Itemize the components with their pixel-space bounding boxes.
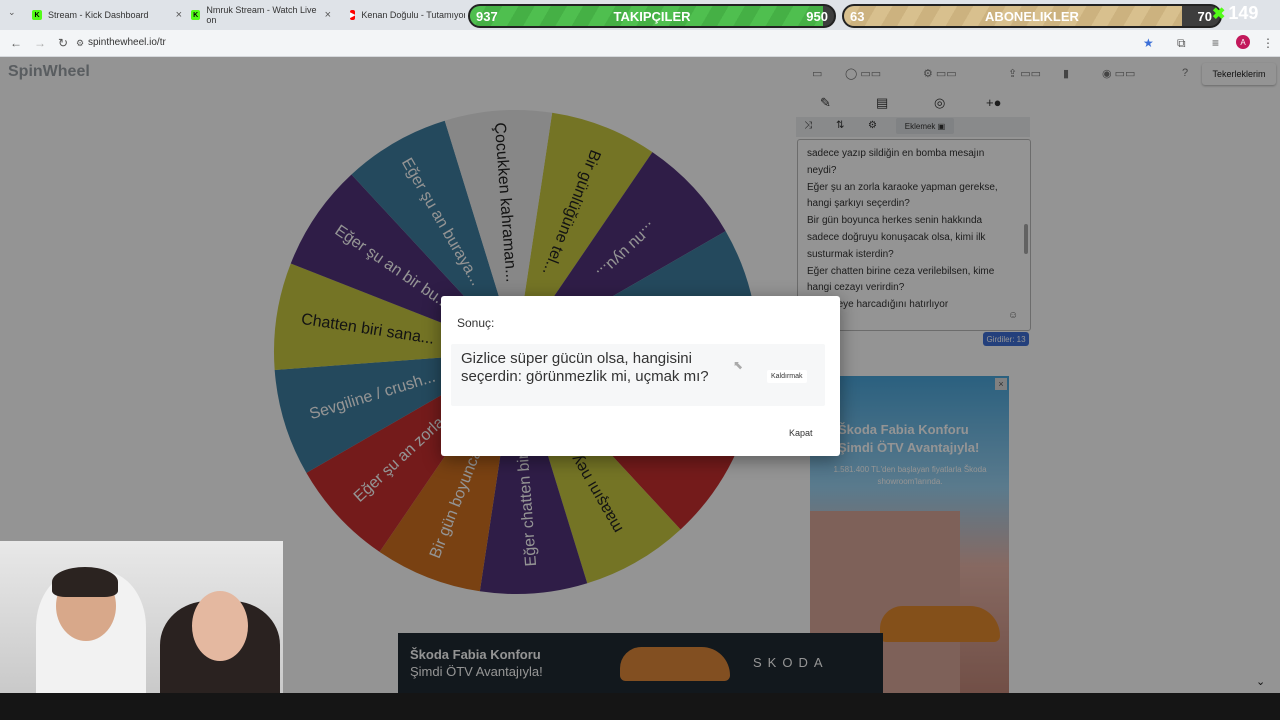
browser-tab-youtube[interactable]: ▶ Kenan Doğulu - Tutamıyor [350,4,465,26]
extensions-icon[interactable]: ⧉ [1177,36,1186,51]
tab-title: Stream - Kick Dashboard [48,10,149,20]
viewer-count-number: 149 [1228,3,1259,23]
site-info-icon[interactable]: ⚙ [76,38,84,49]
followers-goal: 950 [806,9,828,24]
remove-button[interactable]: Kaldırmak [767,370,807,383]
reload-icon[interactable]: ↻ [58,36,68,50]
profile-avatar[interactable]: A [1236,35,1250,49]
followers-goal-bar: 937 TAKIPÇILER 950 [468,4,836,28]
subscribers-label: ABONELIKLER [985,9,1079,24]
streamer-hair-left [52,567,118,597]
bookmark-star-icon[interactable]: ★ [1143,36,1154,50]
kick-logo-icon: ✖ [1212,5,1226,23]
kick-icon: K [191,10,201,20]
youtube-icon: ▶ [350,10,356,20]
mouse-cursor-icon: ⬉ [733,358,744,372]
followers-label: TAKIPÇILER [613,9,691,24]
streamer-face-right [192,591,248,661]
close-icon[interactable]: × [176,9,182,21]
url-field[interactable]: spinthewheel.io/tr [88,37,166,48]
stream-bottom-bar [0,693,1280,720]
back-arrow-icon[interactable]: ← [10,36,22,50]
browser-menu-icon[interactable]: ⋮ [1262,36,1274,50]
webcam-overlay [0,541,283,700]
tab-title: Kenan Doğulu - Tutamıyor [361,10,465,20]
close-icon[interactable]: × [325,9,331,21]
result-text: Gizlice süper gücün olsa, hangisini seçe… [461,350,709,385]
browser-tab-nmruk-stream[interactable]: K Nmruk Stream - Watch Live on × [191,4,331,26]
reading-list-icon[interactable]: ≡ [1212,36,1219,50]
tab-title: Nmruk Stream - Watch Live on [206,5,317,25]
dialog-title: Sonuç: [457,316,495,330]
browser-address-bar: ← → ↻ ⚙ spinthewheel.io/tr ★ ⧉ ≡ A ⋮ [0,30,1280,57]
tab-list-chevron-icon[interactable]: ⌄ [8,7,16,18]
browser-tab-kick-dashboard[interactable]: K Stream - Kick Dashboard × [32,4,182,26]
kick-icon: K [32,10,42,20]
viewer-count: ✖ 149 [1212,3,1258,24]
close-button[interactable]: Kapat [783,424,819,442]
result-dialog: Sonuç: Gizlice süper gücün olsa, hangisi… [441,296,840,456]
subscribers-goal-bar: 63 ABONELIKLER 70 [842,4,1222,28]
subscribers-goal: 70 [1197,9,1212,24]
forward-arrow-icon[interactable]: → [34,36,46,50]
